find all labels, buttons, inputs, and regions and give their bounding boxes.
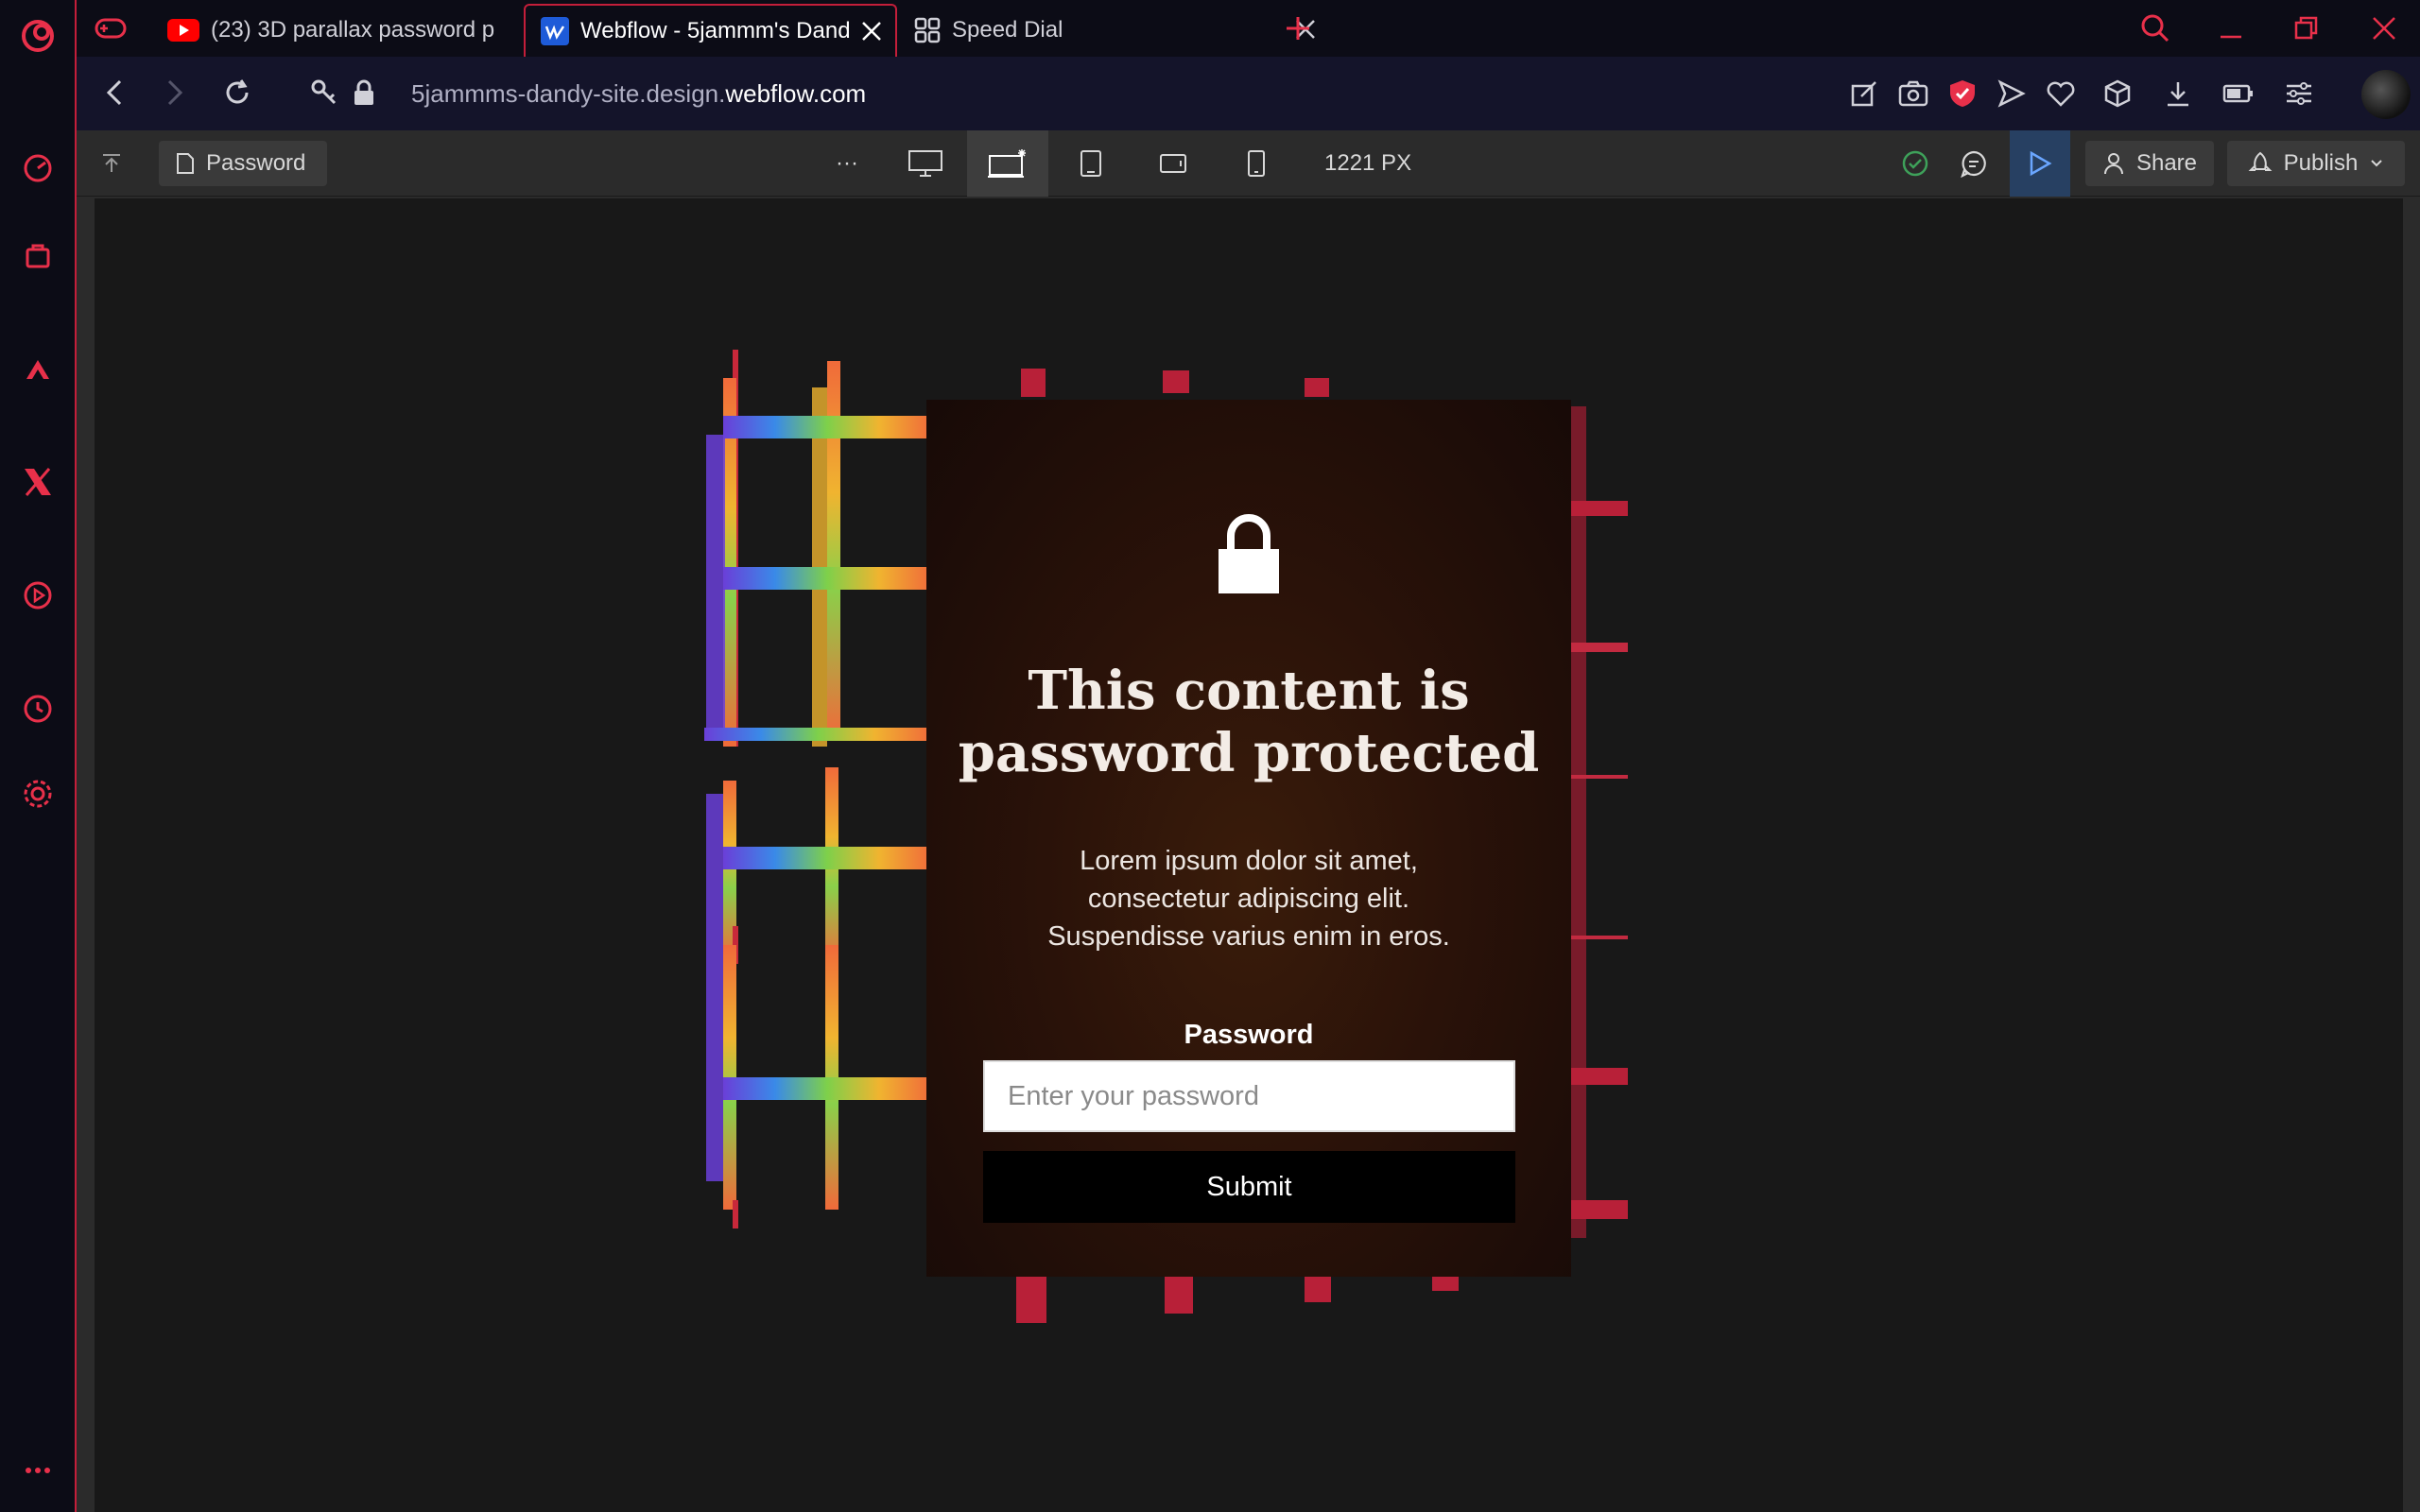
designer-canvas: This content is password protected Lorem… — [95, 198, 2403, 1512]
key-icon[interactable] — [303, 72, 345, 113]
submit-button[interactable]: Submit — [983, 1151, 1515, 1223]
parallax-bottom-ticks-decoration — [1016, 1276, 1459, 1323]
navigator-up-icon[interactable] — [88, 141, 135, 186]
tab-bar: (23) 3D parallax password p Webflow - 5j… — [77, 0, 2420, 57]
ad-blocker-shield-icon[interactable] — [1943, 74, 1982, 113]
person-icon — [2102, 152, 2125, 175]
opera-logo-icon[interactable] — [13, 11, 62, 60]
settings-gear-icon[interactable] — [13, 769, 62, 818]
restore-window-icon[interactable] — [2286, 8, 2327, 49]
chevron-down-icon — [2369, 158, 2384, 169]
history-clock-icon[interactable] — [13, 684, 62, 733]
more-options-icon[interactable] — [13, 1446, 62, 1495]
tab-title: Speed Dial — [952, 17, 1063, 43]
address-bar: 5jammms-dandy-site.design.webflow.com — [77, 57, 2420, 130]
close-window-icon[interactable] — [2363, 8, 2405, 49]
page-selector-button[interactable]: Password — [159, 141, 327, 186]
speedometer-icon[interactable] — [13, 144, 62, 193]
password-card: This content is password protected Lorem… — [926, 400, 1571, 1277]
minimize-icon[interactable] — [2210, 8, 2252, 49]
page-label: Password — [206, 150, 306, 176]
forward-icon[interactable] — [154, 72, 196, 113]
aria-icon[interactable] — [13, 344, 62, 393]
breakpoint-base-icon[interactable] — [967, 130, 1048, 197]
youtube-icon — [167, 19, 199, 42]
easy-setup-icon[interactable] — [2279, 74, 2319, 113]
heart-icon[interactable] — [2041, 74, 2081, 113]
password-input[interactable] — [983, 1060, 1515, 1132]
comments-icon[interactable] — [1953, 141, 1995, 186]
back-icon[interactable] — [94, 72, 135, 113]
breakpoint-mobile-icon[interactable] — [1216, 130, 1297, 197]
canvas-width-readout: 1221 PX — [1324, 150, 1412, 176]
breakpoint-desktop-icon[interactable] — [885, 130, 966, 197]
page-icon — [176, 152, 195, 175]
webflow-icon — [541, 17, 569, 45]
lock-icon — [1216, 511, 1282, 596]
tab-youtube[interactable]: (23) 3D parallax password p — [152, 4, 587, 57]
page-description: Lorem ipsum dolor sit amet, consectetur … — [1047, 846, 1450, 952]
browser-sidebar — [0, 0, 77, 1512]
more-breakpoints-button[interactable]: ··· — [819, 141, 875, 186]
parallax-grid-left-lower-decoration — [706, 945, 931, 1228]
player-icon[interactable] — [13, 571, 62, 620]
publish-label: Publish — [2283, 150, 2359, 176]
search-tabs-icon[interactable] — [2135, 8, 2176, 49]
share-label: Share — [2135, 150, 2198, 176]
send-icon[interactable] — [1992, 74, 2031, 113]
publish-button[interactable]: Publish — [2227, 141, 2405, 186]
edit-share-icon[interactable] — [1844, 74, 1884, 113]
url-field[interactable]: 5jammms-dandy-site.design.webflow.com — [411, 79, 866, 109]
webflow-toolbar: Password ··· 1221 PX Share Publish — [77, 130, 2420, 197]
status-check-icon[interactable] — [1894, 141, 1936, 186]
preview-play-icon[interactable] — [2010, 130, 2070, 197]
breakpoint-tablet-icon[interactable] — [1050, 130, 1132, 197]
profile-avatar[interactable] — [2361, 70, 2411, 119]
extensions-cube-icon[interactable] — [2098, 74, 2137, 113]
new-tab-plus-icon[interactable] — [1277, 8, 1319, 49]
url-host: 5jammms-dandy-site.design. — [411, 79, 726, 108]
reload-icon[interactable] — [216, 72, 258, 113]
rocket-icon — [2248, 151, 2273, 176]
camera-icon[interactable] — [1893, 74, 1933, 113]
x-twitter-icon[interactable] — [13, 457, 62, 507]
shopping-bag-icon[interactable] — [13, 231, 62, 280]
url-domain: webflow.com — [725, 79, 867, 108]
parallax-grid-left-decoration — [704, 350, 931, 964]
breakpoint-landscape-icon[interactable] — [1132, 130, 1214, 197]
grid-icon — [914, 17, 941, 43]
tab-title: (23) 3D parallax password p — [211, 17, 495, 43]
tab-speed-dial[interactable]: Speed Dial — [899, 4, 1329, 57]
close-tab-icon[interactable] — [859, 19, 884, 43]
download-icon[interactable] — [2158, 74, 2198, 113]
lock-icon[interactable] — [343, 72, 385, 113]
password-label: Password — [1184, 1020, 1314, 1050]
page-title: This content is password protected — [958, 660, 1540, 784]
battery-saver-icon[interactable] — [2219, 74, 2258, 113]
share-button[interactable]: Share — [2085, 141, 2214, 186]
parallax-right-ticks-decoration — [1571, 406, 1628, 1238]
browser-window: (23) 3D parallax password p Webflow - 5j… — [0, 0, 2420, 1512]
gamepad-icon[interactable] — [86, 4, 135, 53]
tab-title: Webflow - 5jammm's Dand — [580, 18, 851, 43]
tab-webflow[interactable]: Webflow - 5jammm's Dand — [524, 4, 897, 57]
